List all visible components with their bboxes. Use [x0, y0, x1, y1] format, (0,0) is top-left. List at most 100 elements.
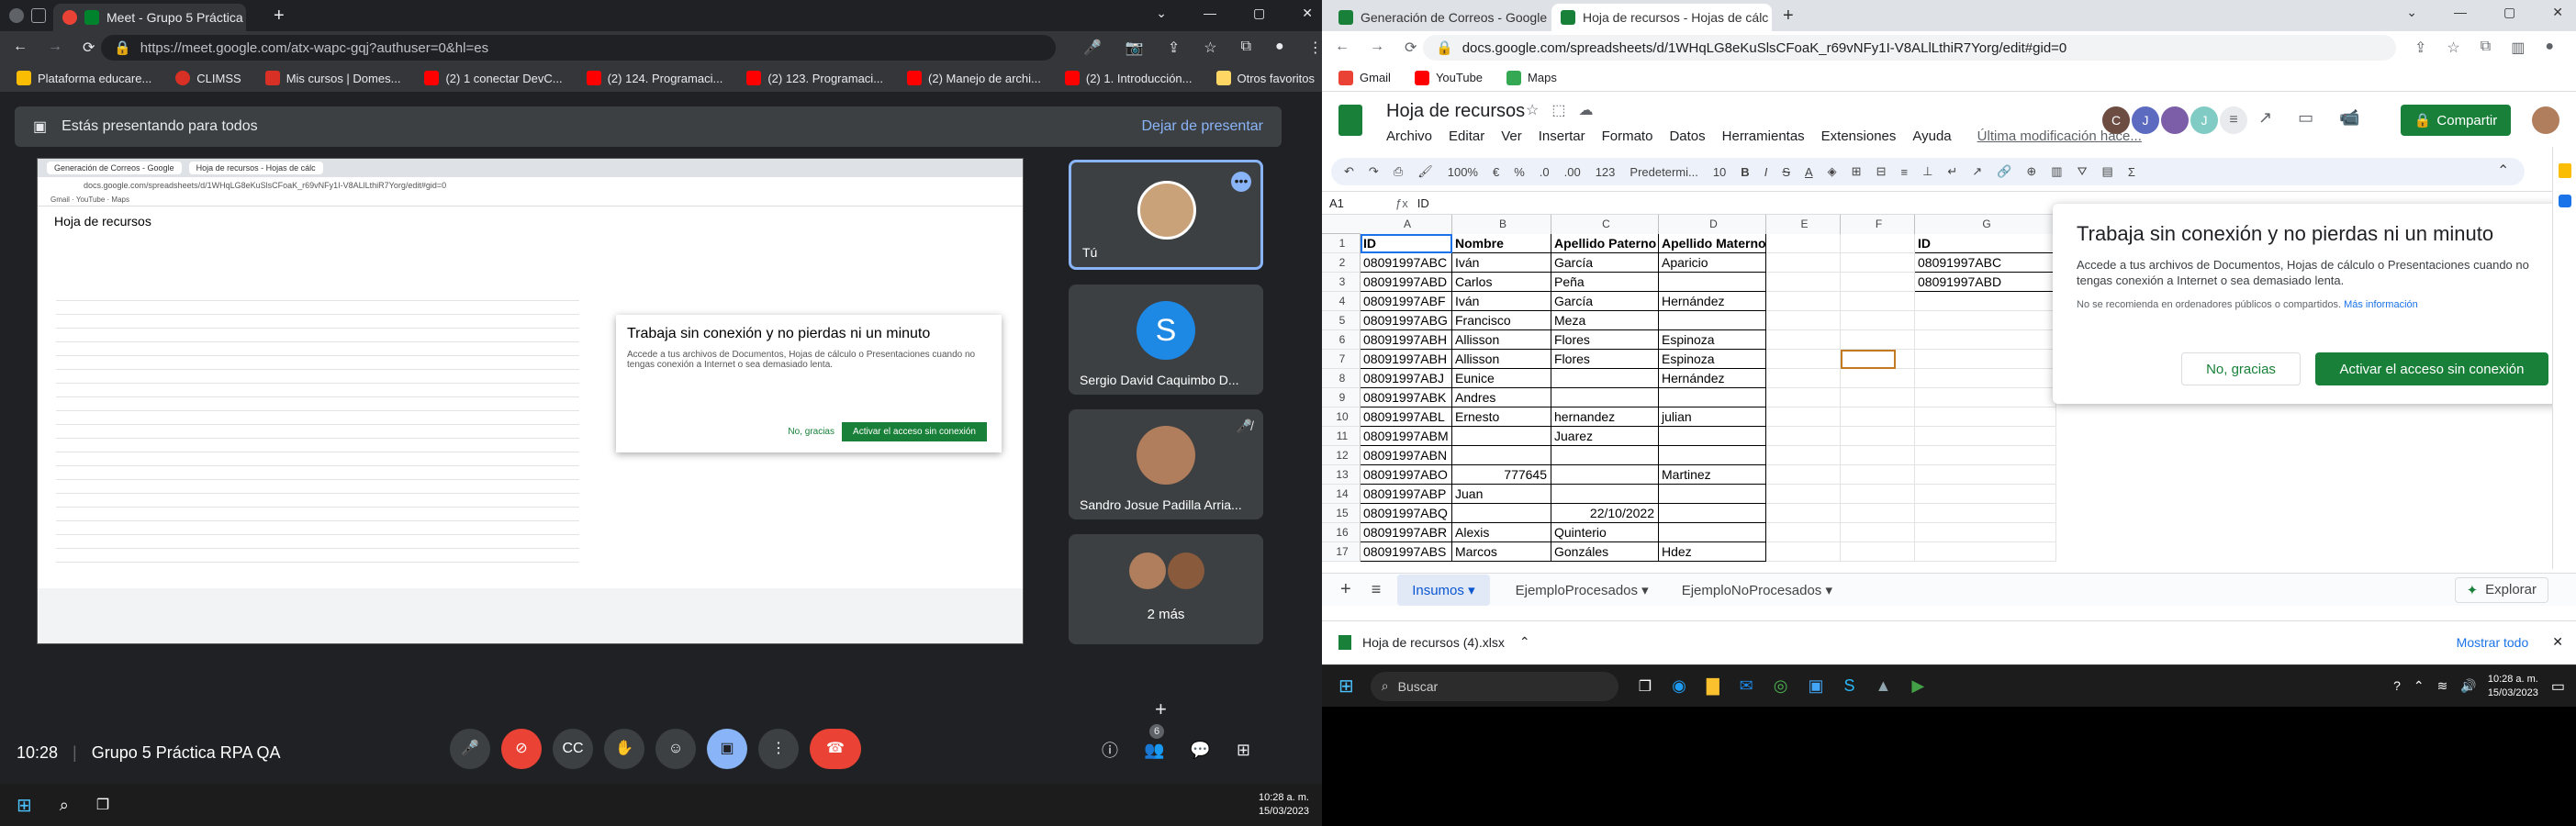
back-icon[interactable]: ←	[1335, 39, 1350, 57]
cell[interactable]: Andres	[1452, 388, 1551, 407]
cell[interactable]	[1915, 465, 2056, 485]
print-icon[interactable]: ⎙	[1394, 164, 1403, 179]
taskview-icon[interactable]: ❐	[96, 796, 109, 814]
windows-start-icon[interactable]: ⊞	[1338, 675, 1354, 698]
cell[interactable]	[1841, 485, 1915, 504]
cell[interactable]	[1659, 446, 1766, 465]
row-header[interactable]: 17	[1322, 542, 1361, 562]
cell[interactable]	[1841, 427, 1915, 446]
italic-icon[interactable]: I	[1764, 165, 1768, 179]
cell[interactable]: Flores	[1551, 330, 1659, 350]
cell[interactable]	[1915, 427, 2056, 446]
edge-icon[interactable]: ◉	[1672, 676, 1686, 696]
wrap-icon[interactable]: ↵	[1947, 164, 1957, 179]
raise-hand-button[interactable]: ✋	[604, 729, 644, 769]
valign-icon[interactable]: ⊥	[1922, 164, 1932, 179]
volume-icon[interactable]: 🔊	[2460, 678, 2476, 694]
text-color-icon[interactable]: A	[1805, 165, 1813, 179]
menu-formato[interactable]: Formato	[1602, 128, 1653, 144]
bookmark-item[interactable]: (2) 124. Programaci...	[586, 71, 722, 85]
row-header[interactable]: 8	[1322, 369, 1361, 388]
tab-correos[interactable]: Generación de Correos - Google ✕	[1329, 4, 1550, 31]
font-select[interactable]: Predetermi...	[1630, 165, 1697, 179]
no-thanks-button[interactable]: No, gracias	[2181, 352, 2301, 385]
cell[interactable]	[1841, 330, 1915, 350]
cell[interactable]: Espinoza	[1659, 350, 1766, 369]
explore-button[interactable]: ✦ Explorar	[2454, 576, 2548, 603]
row-header[interactable]: 12	[1322, 446, 1361, 465]
studio-icon[interactable]: S	[1844, 676, 1855, 696]
camera-off-button[interactable]: ⊘	[501, 729, 542, 769]
more-options-icon[interactable]: •••	[1231, 172, 1251, 192]
cell[interactable]	[1766, 330, 1841, 350]
row-header[interactable]: 11	[1322, 427, 1361, 446]
chevron-down-icon[interactable]: ⌄	[1156, 6, 1167, 21]
borders-icon[interactable]: ⊞	[1852, 164, 1862, 179]
maximize-icon[interactable]: ▢	[2503, 5, 2515, 20]
cell[interactable]	[1766, 504, 1841, 523]
url-bar[interactable]: 🔒 https://meet.google.com/atx-wapc-gqj?a…	[101, 35, 1056, 61]
row-header[interactable]: 13	[1322, 465, 1361, 485]
cell[interactable]: 08091997ABL	[1361, 407, 1452, 427]
cell[interactable]: Aparicio	[1659, 253, 1766, 273]
cell[interactable]	[1659, 388, 1766, 407]
cell[interactable]	[1452, 446, 1551, 465]
menu-herramientas[interactable]: Herramientas	[1722, 128, 1805, 144]
cell[interactable]	[1841, 542, 1915, 562]
taskbar-search[interactable]: ⌕ Buscar	[1370, 671, 1618, 701]
sheet-tab-ejemploprocesados[interactable]: EjemploProcesados ▾	[1503, 575, 1662, 606]
cell[interactable]: ID	[1915, 234, 2056, 253]
row-header[interactable]: 3	[1322, 273, 1361, 292]
cell[interactable]: Flores	[1551, 350, 1659, 369]
star-icon[interactable]: ☆	[1526, 101, 1539, 119]
cell[interactable]: Peña	[1551, 273, 1659, 292]
profile-avatar-icon[interactable]: ●	[2545, 39, 2554, 57]
cell[interactable]: Apellido Paterno	[1551, 234, 1659, 253]
avatar[interactable]	[2161, 106, 2189, 134]
cell[interactable]	[1766, 311, 1841, 330]
sheets-taskbar-icon[interactable]: ▶	[1911, 676, 1924, 696]
cell[interactable]: 08091997ABQ	[1361, 504, 1452, 523]
chart-icon[interactable]: ▥	[2051, 164, 2062, 179]
cell[interactable]: 22/10/2022	[1551, 504, 1659, 523]
undo-icon[interactable]: ↶	[1344, 164, 1354, 179]
cell[interactable]: Marcos	[1452, 542, 1551, 562]
mail-icon[interactable]: ✉	[1740, 676, 1753, 696]
collapse-toolbar-icon[interactable]: ⌃	[2497, 162, 2509, 180]
cell[interactable]: Nombre	[1452, 234, 1551, 253]
cell[interactable]	[1915, 523, 2056, 542]
cell[interactable]	[1915, 504, 2056, 523]
cell[interactable]: García	[1551, 253, 1659, 273]
wifi-icon[interactable]: ≋	[2437, 678, 2448, 694]
tray-chevron-icon[interactable]: ⌃	[2414, 678, 2425, 694]
cell[interactable]	[1766, 273, 1841, 292]
cell[interactable]	[1915, 407, 2056, 427]
number-format-icon[interactable]: 123	[1596, 165, 1616, 179]
bookmark-gmail[interactable]: Gmail	[1338, 70, 1391, 85]
cell[interactable]	[1915, 369, 2056, 388]
menu-insertar[interactable]: Insertar	[1539, 128, 1585, 144]
star-icon[interactable]: ☆	[2447, 39, 2459, 57]
sheets-logo[interactable]	[1338, 105, 1362, 136]
cell[interactable]	[1915, 446, 2056, 465]
cell[interactable]	[1766, 388, 1841, 407]
forward-icon[interactable]: →	[48, 39, 62, 57]
cell[interactable]: Gonzáles	[1551, 542, 1659, 562]
cell[interactable]: Ernesto	[1452, 407, 1551, 427]
decrease-decimal-icon[interactable]: .0	[1540, 165, 1550, 179]
functions-icon[interactable]: Σ	[2128, 165, 2135, 179]
maximize-icon[interactable]: ▢	[1253, 6, 1265, 21]
cell[interactable]: 08091997ABF	[1361, 292, 1452, 311]
menu-datos[interactable]: Datos	[1669, 128, 1705, 144]
cell[interactable]: 08091997ABH	[1361, 330, 1452, 350]
cell[interactable]	[1915, 311, 2056, 330]
other-bookmarks[interactable]: Otros favoritos	[1215, 71, 1315, 85]
comment-add-icon[interactable]: ⊕	[2026, 164, 2036, 179]
cell[interactable]: Quinterio	[1551, 523, 1659, 542]
menu-editar[interactable]: Editar	[1449, 128, 1484, 144]
column-header[interactable]: G	[1915, 215, 2056, 234]
row-header[interactable]: 6	[1322, 330, 1361, 350]
cell[interactable]	[1915, 350, 2056, 369]
info-icon[interactable]: ⓘ	[1102, 738, 1118, 762]
row-header[interactable]: 16	[1322, 523, 1361, 542]
